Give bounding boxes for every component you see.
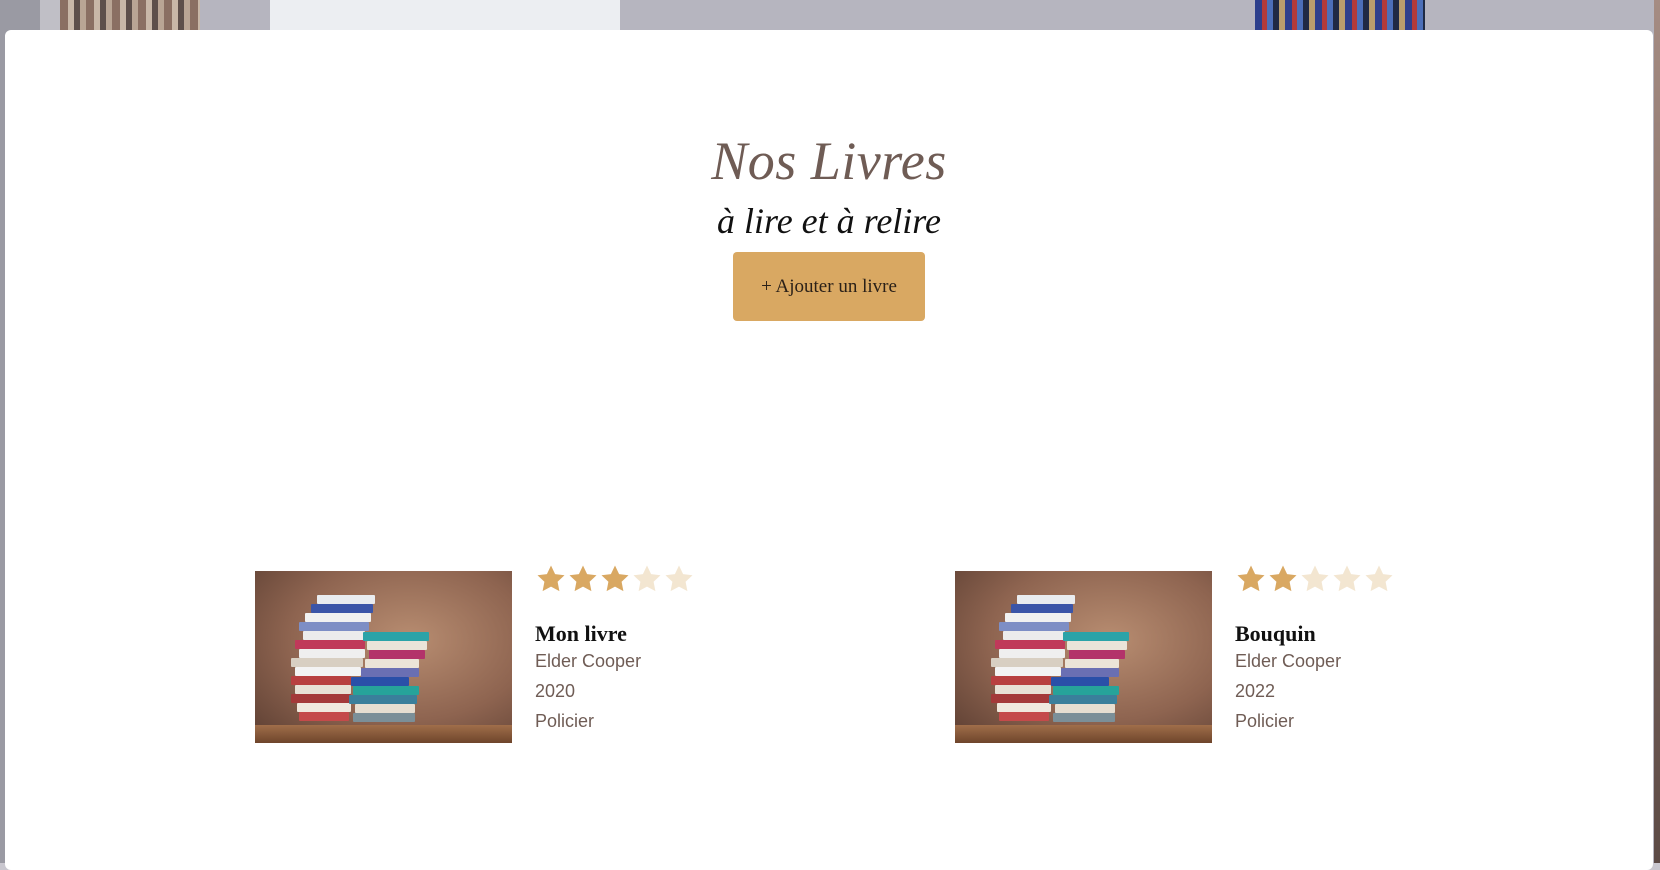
star-filled-icon[interactable] bbox=[1235, 563, 1267, 595]
book-year: 2022 bbox=[1235, 681, 1276, 701]
book-title: Bouquin bbox=[1235, 621, 1316, 646]
book-year: 2020 bbox=[535, 681, 576, 701]
star-filled-icon[interactable] bbox=[1267, 563, 1299, 595]
page-subtitle: à lire et à relire bbox=[717, 201, 941, 241]
book-author: Elder Cooper bbox=[535, 651, 642, 671]
star-empty-icon[interactable] bbox=[1299, 563, 1331, 595]
book-genre: Policier bbox=[1235, 711, 1295, 731]
book-stack-image bbox=[955, 571, 1212, 743]
star-filled-icon[interactable] bbox=[567, 563, 599, 595]
background-edge bbox=[1654, 0, 1660, 863]
book-title: Mon livre bbox=[535, 621, 627, 646]
page-title: Nos Livres bbox=[711, 131, 947, 191]
book-card[interactable]: Bouquin Elder Cooper 2022 Policier bbox=[955, 565, 1395, 743]
star-filled-icon[interactable] bbox=[535, 563, 567, 595]
star-empty-icon[interactable] bbox=[1363, 563, 1395, 595]
star-empty-icon[interactable] bbox=[663, 563, 695, 595]
add-book-button[interactable]: + Ajouter un livre bbox=[733, 252, 925, 321]
rating-stars[interactable] bbox=[535, 563, 695, 599]
star-empty-icon[interactable] bbox=[631, 563, 663, 595]
star-empty-icon[interactable] bbox=[1331, 563, 1363, 595]
star-filled-icon[interactable] bbox=[599, 563, 631, 595]
book-author: Elder Cooper bbox=[1235, 651, 1342, 671]
book-genre: Policier bbox=[535, 711, 595, 731]
main-panel: Nos Livres à lire et à relire + Ajouter … bbox=[5, 30, 1653, 870]
rating-stars[interactable] bbox=[1235, 563, 1395, 599]
book-card[interactable]: Mon livre Elder Cooper 2020 Policier bbox=[255, 565, 695, 743]
book-stack-image bbox=[255, 571, 512, 743]
